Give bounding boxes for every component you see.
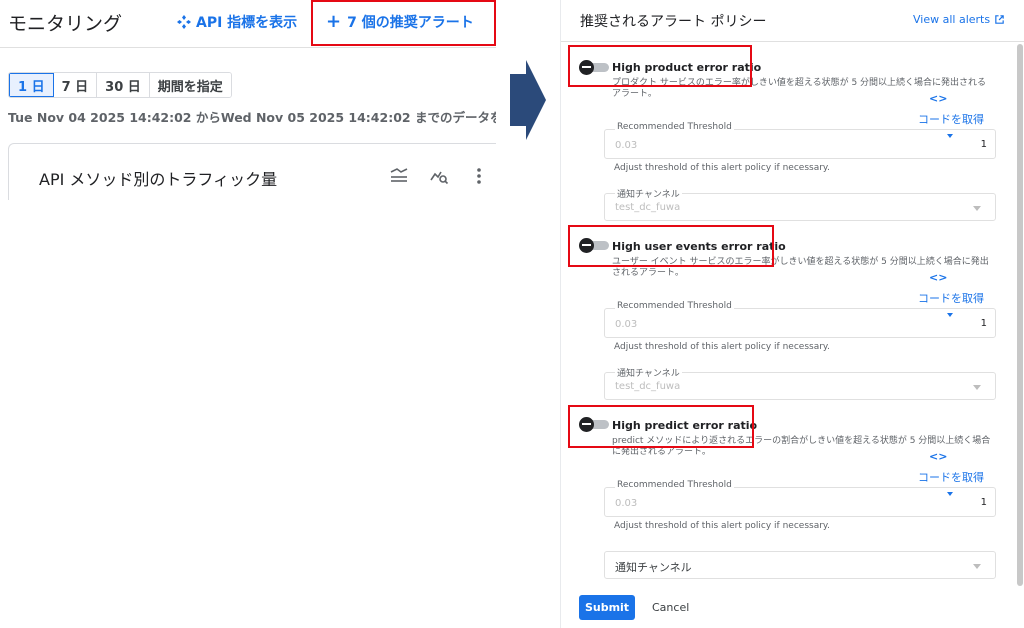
view-all-alerts-label: View all alerts bbox=[913, 13, 991, 26]
threshold-helper: Adjust threshold of this alert policy if… bbox=[614, 521, 830, 531]
highlight-policy-1 bbox=[568, 45, 752, 87]
arrow-right-icon bbox=[510, 60, 546, 140]
threshold-count: 1 bbox=[980, 497, 987, 508]
get-code-link[interactable]: コードを取得 bbox=[918, 111, 984, 127]
screenshot-canvas: モニタリング API 指標を表示 + 7 個の推奨アラート 1 日 7 日 30… bbox=[0, 0, 1024, 628]
panel-scrollbar[interactable] bbox=[1017, 44, 1023, 586]
threshold-value: 0.03 bbox=[615, 140, 638, 151]
threshold-label: Recommended Threshold bbox=[615, 122, 734, 132]
chart-card-toolbar bbox=[389, 166, 489, 186]
explore-icon[interactable] bbox=[429, 166, 449, 186]
open-in-new-icon bbox=[995, 15, 1004, 24]
threshold-value: 0.03 bbox=[615, 498, 638, 509]
threshold-count: 1 bbox=[980, 139, 987, 150]
range-30-days[interactable]: 30 日 bbox=[97, 73, 150, 97]
threshold-count: 1 bbox=[980, 318, 987, 329]
monitoring-page: モニタリング API 指標を表示 + 7 個の推奨アラート 1 日 7 日 30… bbox=[0, 0, 496, 200]
view-all-alerts-link[interactable]: View all alerts bbox=[913, 13, 1005, 26]
panel-title: 推奨されるアラート ポリシー bbox=[580, 14, 767, 30]
highlight-policy-2 bbox=[568, 225, 774, 267]
range-custom[interactable]: 期間を指定 bbox=[149, 73, 231, 97]
channel-value: test_dc_fuwa bbox=[615, 202, 681, 213]
channel-value: test_dc_fuwa bbox=[615, 381, 681, 392]
channel-label: 通知チャンネル bbox=[615, 561, 692, 574]
code-icon[interactable]: <> bbox=[929, 92, 947, 105]
caret-down-icon bbox=[947, 313, 953, 317]
cancel-button[interactable]: Cancel bbox=[652, 601, 689, 614]
date-range-text: Tue Nov 04 2025 14:42:02 からWed Nov 05 20… bbox=[8, 110, 496, 125]
time-range-selector: 1 日 7 日 30 日 期間を指定 bbox=[8, 72, 232, 98]
channel-label: 通知チャンネル bbox=[615, 366, 682, 379]
legend-icon[interactable] bbox=[389, 166, 409, 186]
threshold-field[interactable]: Recommended Threshold 0.03 1 bbox=[604, 122, 996, 159]
threshold-helper: Adjust threshold of this alert policy if… bbox=[614, 163, 830, 173]
view-api-metrics-label: API 指標を表示 bbox=[196, 15, 298, 31]
api-icon bbox=[177, 15, 191, 29]
dropdown-arrow-icon bbox=[973, 206, 981, 211]
range-7-days[interactable]: 7 日 bbox=[53, 73, 98, 97]
recommended-alerts-panel: 推奨されるアラート ポリシー View all alerts High prod… bbox=[560, 0, 1024, 628]
traffic-chart-card: API メソッド別のトラフィック量 bbox=[8, 143, 496, 200]
code-icon[interactable]: <> bbox=[929, 271, 947, 284]
threshold-helper: Adjust threshold of this alert policy if… bbox=[614, 342, 830, 352]
notification-channel-select[interactable]: 通知チャンネル test_dc_fuwa bbox=[604, 366, 996, 400]
panel-header: 推奨されるアラート ポリシー View all alerts bbox=[561, 0, 1024, 42]
chart-card-title: API メソッド別のトラフィック量 bbox=[39, 170, 278, 189]
dropdown-arrow-icon bbox=[973, 564, 981, 569]
code-icon[interactable]: <> bbox=[929, 450, 947, 463]
notification-channel-select[interactable]: 通知チャンネル bbox=[604, 551, 996, 579]
get-code-link[interactable]: コードを取得 bbox=[918, 290, 984, 306]
channel-label: 通知チャンネル bbox=[615, 187, 682, 200]
page-title: モニタリング bbox=[8, 13, 123, 35]
caret-down-icon bbox=[947, 134, 953, 138]
get-code-link[interactable]: コードを取得 bbox=[918, 469, 984, 485]
highlight-policy-3 bbox=[568, 405, 754, 448]
dropdown-arrow-icon bbox=[973, 385, 981, 390]
more-vert-icon[interactable] bbox=[469, 166, 489, 186]
threshold-label: Recommended Threshold bbox=[615, 301, 734, 311]
submit-button[interactable]: Submit bbox=[579, 595, 635, 620]
caret-down-icon bbox=[947, 492, 953, 496]
view-api-metrics-link[interactable]: API 指標を表示 bbox=[176, 12, 297, 32]
threshold-field[interactable]: Recommended Threshold 0.03 1 bbox=[604, 301, 996, 338]
threshold-value: 0.03 bbox=[615, 319, 638, 330]
threshold-label: Recommended Threshold bbox=[615, 480, 734, 490]
threshold-field[interactable]: Recommended Threshold 0.03 1 bbox=[604, 480, 996, 517]
notification-channel-select[interactable]: 通知チャンネル test_dc_fuwa bbox=[604, 187, 996, 221]
range-1-day[interactable]: 1 日 bbox=[9, 73, 54, 97]
highlight-recommended-alerts bbox=[311, 0, 496, 46]
